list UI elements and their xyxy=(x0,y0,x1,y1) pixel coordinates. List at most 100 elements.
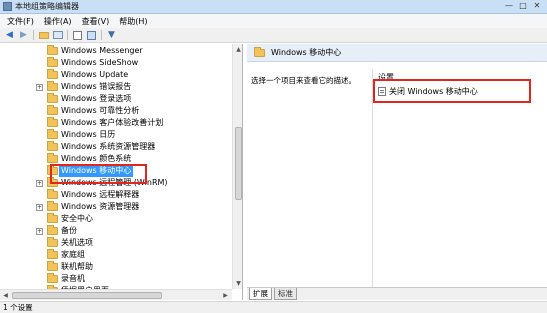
tree-item[interactable]: Windows 移动中心 xyxy=(0,165,232,177)
tree-item-label: Windows 远程管理 (WinRM) xyxy=(61,178,168,187)
policy-setting-icon xyxy=(378,87,386,96)
title-bar: 本地组策略编辑器 — □ ✕ xyxy=(0,0,547,14)
folder-icon xyxy=(47,249,58,259)
expand-icon[interactable]: + xyxy=(36,203,43,211)
description-text: 选择一个项目来查看它的描述。 xyxy=(251,76,356,85)
scroll-up-icon[interactable]: ▲ xyxy=(234,45,242,54)
tree-item[interactable]: 安全中心 xyxy=(0,213,232,225)
close-button[interactable]: ✕ xyxy=(531,1,543,12)
tree-vertical-scrollbar[interactable]: ▲ ▼ xyxy=(232,44,242,289)
folder-icon xyxy=(47,237,58,247)
expand-icon[interactable]: + xyxy=(36,227,43,235)
folder-icon xyxy=(47,93,58,103)
folder-icon xyxy=(47,189,58,199)
menu-bar: 文件(F) 操作(A) 查看(V) 帮助(H) xyxy=(0,14,547,28)
tree-item[interactable]: 关机选项 xyxy=(0,237,232,249)
expand-icon[interactable]: + xyxy=(36,83,43,91)
scroll-down-icon[interactable]: ▼ xyxy=(234,279,242,288)
menu-view[interactable]: 查看(V) xyxy=(77,16,115,27)
folder-icon xyxy=(47,105,58,115)
tree-item-label: Windows Messenger xyxy=(61,46,143,55)
menu-help[interactable]: 帮助(H) xyxy=(114,16,152,27)
setting-row[interactable]: 关闭 Windows 移动中心 xyxy=(378,85,538,98)
window-title: 本地组策略编辑器 xyxy=(15,2,79,11)
toolbar-separator xyxy=(101,30,102,40)
tree-item-label: Windows SideShow xyxy=(61,58,139,67)
tree-item-label: Windows 颜色系统 xyxy=(61,154,132,163)
tree-item-label: 家庭组 xyxy=(61,250,85,259)
tree-item-label: Windows Update xyxy=(61,70,129,79)
tree-item[interactable]: Windows 颜色系统 xyxy=(0,153,232,165)
tree-item[interactable]: + 备份 xyxy=(0,225,232,237)
tree-item-label: Windows 远程解释器 xyxy=(61,190,140,199)
tree-item[interactable]: Windows Messenger xyxy=(0,45,232,57)
maximize-button[interactable]: □ xyxy=(517,1,529,12)
tree-horizontal-scrollbar[interactable]: ◀ ▶ xyxy=(0,289,232,300)
tree-item-label: Windows 错误报告 xyxy=(61,82,132,91)
tree-item-label: Windows 资源管理器 xyxy=(61,202,140,211)
tree-item-label: 关机选项 xyxy=(61,238,93,247)
tab-extended[interactable]: 扩展 xyxy=(249,288,272,300)
tree-item-label: 安全中心 xyxy=(61,214,93,223)
tree-item[interactable]: Windows 日历 xyxy=(0,129,232,141)
folder-icon xyxy=(254,46,265,57)
tree-item[interactable]: Windows 可靠性分析 xyxy=(0,105,232,117)
tree-item-label: 备份 xyxy=(61,226,77,235)
toolbar-separator xyxy=(67,30,68,40)
forward-icon[interactable]: ▶ xyxy=(17,29,30,41)
tree-item[interactable]: + Windows 资源管理器 xyxy=(0,201,232,213)
menu-action[interactable]: 操作(A) xyxy=(39,16,77,27)
tree-item-label: 联机帮助 xyxy=(61,262,93,271)
folder-icon xyxy=(47,225,58,235)
minimize-button[interactable]: — xyxy=(503,1,515,12)
tree-item[interactable]: Windows 登录选项 xyxy=(0,93,232,105)
tree-item[interactable]: Windows SideShow xyxy=(0,57,232,69)
properties-icon[interactable] xyxy=(71,29,84,41)
tree-item-label: Windows 日历 xyxy=(61,130,116,139)
tree-item[interactable]: Windows 远程解释器 xyxy=(0,189,232,201)
tree-pane: Windows Messenger Windows SideShow Windows… xyxy=(0,44,243,300)
folder-icon xyxy=(47,117,58,127)
hscroll-thumb[interactable] xyxy=(12,292,162,299)
back-icon[interactable]: ◀ xyxy=(3,29,16,41)
filter-icon[interactable]: ▼ xyxy=(105,29,118,41)
folder-icon xyxy=(47,261,58,271)
status-text: 1 个设置 xyxy=(3,303,33,312)
tree-item-label: Windows 移动中心 xyxy=(59,165,134,177)
scroll-right-icon[interactable]: ▶ xyxy=(221,291,230,300)
tree-item[interactable]: 家庭组 xyxy=(0,249,232,261)
folder-icon xyxy=(47,129,58,139)
tree-item-label: 录音机 xyxy=(61,274,85,283)
folder-icon xyxy=(47,57,58,67)
tree-item[interactable]: Windows Update xyxy=(0,69,232,81)
tree-item[interactable]: Windows 系统资源管理器 xyxy=(0,141,232,153)
policy-tree: Windows Messenger Windows SideShow Windows… xyxy=(0,44,232,295)
folder-icon xyxy=(47,213,58,223)
tree-item[interactable]: 录音机 xyxy=(0,273,232,285)
tree-item[interactable]: Windows 客户体验改善计划 xyxy=(0,117,232,129)
toolbar-separator xyxy=(33,30,34,40)
menu-file[interactable]: 文件(F) xyxy=(2,16,39,27)
tree-item[interactable]: + Windows 错误报告 xyxy=(0,81,232,93)
show-hide-tree-icon[interactable] xyxy=(51,29,64,41)
folder-icon xyxy=(47,81,58,91)
folder-icon xyxy=(47,177,58,187)
help-icon[interactable] xyxy=(85,29,98,41)
tree-item[interactable]: 联机帮助 xyxy=(0,261,232,273)
tab-standard[interactable]: 标准 xyxy=(274,288,297,300)
tree-item-label: Windows 系统资源管理器 xyxy=(61,142,156,151)
folder-icon xyxy=(47,141,58,151)
scroll-thumb[interactable] xyxy=(235,127,242,200)
up-folder-icon[interactable] xyxy=(37,29,50,41)
expand-icon[interactable]: + xyxy=(36,179,43,187)
details-pane: Windows 移动中心 选择一个项目来查看它的描述。 设置 关闭 Window… xyxy=(247,44,547,300)
toolbar: ◀ ▶ ▼ xyxy=(0,28,547,43)
tree-item[interactable]: + Windows 远程管理 (WinRM) xyxy=(0,177,232,189)
folder-icon xyxy=(47,153,58,163)
scroll-left-icon[interactable]: ◀ xyxy=(1,291,10,300)
folder-icon xyxy=(47,69,58,79)
folder-icon xyxy=(47,165,58,175)
tree-item-label: Windows 客户体验改善计划 xyxy=(61,118,164,127)
settings-list: 设置 关闭 Windows 移动中心 xyxy=(372,69,547,287)
settings-column-header[interactable]: 设置 xyxy=(378,72,394,83)
